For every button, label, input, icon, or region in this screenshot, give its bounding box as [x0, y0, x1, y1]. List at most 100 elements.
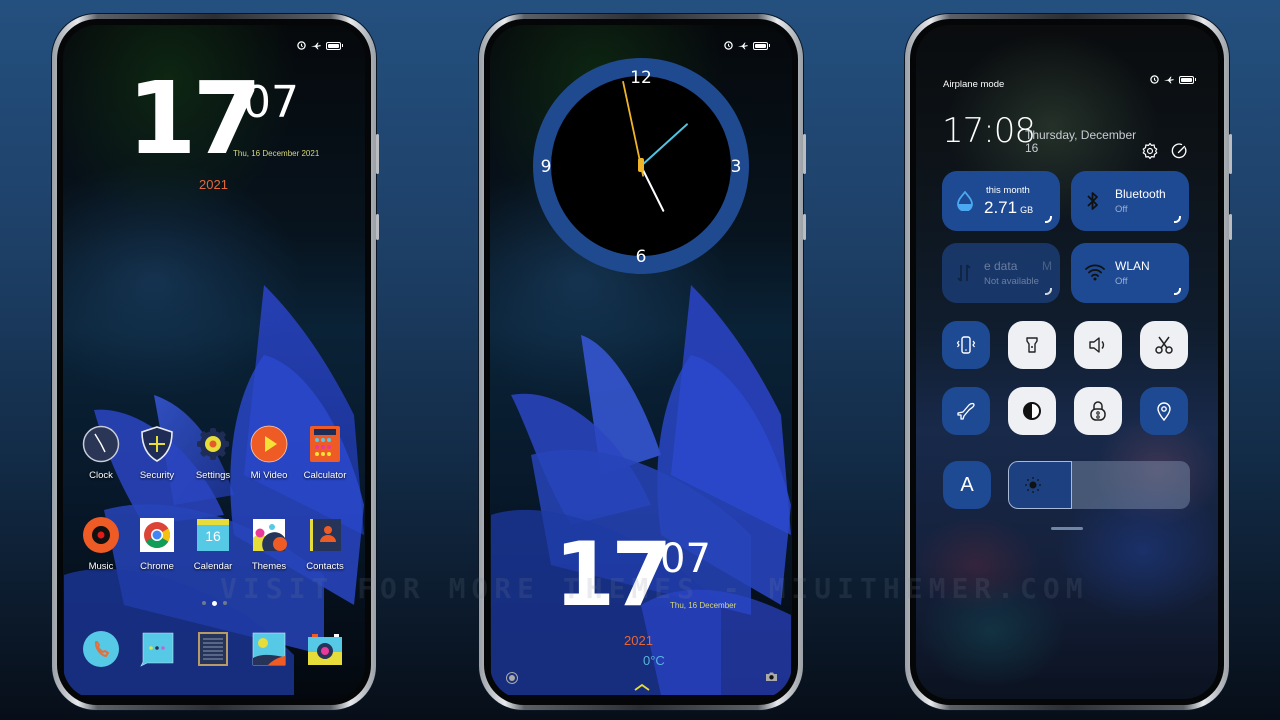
- notes-icon: [194, 630, 232, 668]
- swipe-up-chevron-icon[interactable]: [634, 683, 650, 691]
- control-center-time: 17:08: [942, 111, 1036, 151]
- app-grid-row-1: Clock Security Settings Mi Video Calcula…: [73, 425, 353, 481]
- dock-camera[interactable]: [297, 630, 353, 668]
- toggle-sound[interactable]: [1074, 321, 1122, 369]
- phone-control-center: Airplane mode 17:08 Thursday, December 1…: [905, 14, 1232, 710]
- app-label: Calculator: [303, 470, 347, 481]
- dock-phone[interactable]: [73, 630, 129, 668]
- bluetooth-icon: [1087, 192, 1098, 210]
- page-dot[interactable]: [222, 601, 227, 605]
- clock-minute: 07: [243, 77, 299, 128]
- toggle-flashlight[interactable]: [1008, 321, 1056, 369]
- mobile-data-arrows-icon: [957, 264, 971, 282]
- contacts-icon: [306, 516, 344, 554]
- tile-wlan[interactable]: WLAN Off: [1071, 243, 1189, 303]
- edit-icon[interactable]: [1171, 142, 1189, 160]
- app-contacts[interactable]: Contacts: [297, 516, 353, 572]
- battery-icon: [1179, 75, 1196, 84]
- lotus-wallpaper-image: [491, 285, 791, 695]
- expand-corner-icon: [1174, 216, 1181, 223]
- page-dot-active[interactable]: [211, 601, 217, 606]
- gallery-icon: [250, 630, 288, 668]
- wifi-icon: [1085, 264, 1105, 281]
- app-music[interactable]: Music: [73, 516, 129, 572]
- music-record-icon: [82, 516, 120, 554]
- airplane-icon: [311, 42, 321, 49]
- year-label: 2021: [624, 633, 653, 648]
- dock-notes[interactable]: [185, 630, 241, 668]
- volume-button: [803, 134, 806, 174]
- status-bar: [1150, 75, 1196, 84]
- dock-gallery[interactable]: [241, 630, 297, 668]
- toggle-airplane[interactable]: [942, 387, 990, 435]
- play-icon: [250, 425, 288, 463]
- toggle-screenshot[interactable]: [1140, 321, 1188, 369]
- clock-center-pin: [638, 158, 644, 172]
- tile-bluetooth[interactable]: Bluetooth Off: [1071, 171, 1189, 231]
- airplane-icon: [957, 402, 975, 420]
- app-themes[interactable]: Themes: [241, 516, 297, 572]
- tile-status: Not available: [984, 276, 1039, 287]
- app-mi-video[interactable]: Mi Video: [241, 425, 297, 481]
- brightness-sun-icon: [1025, 477, 1041, 493]
- calculator-icon: [306, 425, 344, 463]
- toggle-location[interactable]: [1140, 387, 1188, 435]
- tile-status: Off: [1115, 276, 1128, 287]
- calendar-date-badge: 16: [205, 528, 221, 544]
- volume-button: [1229, 134, 1232, 174]
- lock-shortcut-left-icon[interactable]: [506, 672, 518, 684]
- toggle-dark-mode[interactable]: [1008, 387, 1056, 435]
- expand-corner-icon: [1174, 288, 1181, 295]
- auto-brightness-button[interactable]: A: [943, 461, 991, 509]
- status-bar: [724, 41, 770, 50]
- alarm-icon: [724, 41, 733, 50]
- calendar-icon: 16: [194, 516, 232, 554]
- dock-messages[interactable]: [129, 630, 185, 668]
- settings-gear-icon[interactable]: [1141, 142, 1159, 160]
- app-security[interactable]: Security: [129, 425, 185, 481]
- dock: [73, 630, 353, 668]
- dark-mode-icon: [1023, 402, 1041, 420]
- battery-icon: [753, 41, 770, 50]
- app-label: Contacts: [306, 561, 344, 572]
- scissors-icon: [1155, 336, 1173, 354]
- speaker-icon: [1089, 337, 1105, 353]
- airplane-icon: [1164, 76, 1174, 83]
- camera-icon: [306, 630, 344, 668]
- data-unit: GB: [1020, 205, 1034, 215]
- tile-title: e data: [984, 259, 1018, 273]
- year-label: 2021: [199, 177, 228, 192]
- themes-icon: [250, 516, 288, 554]
- toggle-vibrate[interactable]: [942, 321, 990, 369]
- page-indicator[interactable]: [63, 601, 365, 606]
- power-button: [1229, 214, 1232, 240]
- toggle-lock-screen[interactable]: [1074, 387, 1122, 435]
- brightness-slider[interactable]: [1008, 461, 1190, 509]
- app-label: Mi Video: [250, 470, 288, 481]
- expand-corner-icon: [1045, 288, 1052, 295]
- app-chrome[interactable]: Chrome: [129, 516, 185, 572]
- alarm-icon: [297, 41, 306, 50]
- settings-gear-icon: [194, 425, 232, 463]
- app-calendar[interactable]: 16 Calendar: [185, 516, 241, 572]
- numeral-3: 3: [731, 157, 742, 177]
- vibrate-icon: [956, 336, 976, 354]
- app-grid-row-2: Music Chrome 16 Calendar Themes Contacts: [73, 516, 353, 572]
- tile-data-usage[interactable]: this month 2.71 GB: [942, 171, 1060, 231]
- app-clock[interactable]: Clock: [73, 425, 129, 481]
- tile-mobile-data[interactable]: e data M Not available: [942, 243, 1060, 303]
- camera-shortcut-icon[interactable]: [765, 671, 778, 682]
- phone-lock-screen: 12 3 6 9 17 07 Thu, 16 December 2021 0°C: [479, 14, 806, 710]
- app-settings[interactable]: Settings: [185, 425, 241, 481]
- app-calculator[interactable]: Calculator: [297, 425, 353, 481]
- status-bar: [297, 41, 343, 50]
- clock-minute: 07: [660, 536, 711, 582]
- data-usage-value: 2.71 GB: [984, 198, 1033, 218]
- drag-handle[interactable]: [1051, 527, 1083, 530]
- app-label: Music: [88, 561, 114, 572]
- phone-icon: [82, 630, 120, 668]
- analog-clock: 12 3 6 9: [533, 58, 749, 274]
- app-label: Clock: [89, 470, 113, 481]
- app-label: Themes: [251, 561, 287, 572]
- page-dot[interactable]: [201, 601, 206, 605]
